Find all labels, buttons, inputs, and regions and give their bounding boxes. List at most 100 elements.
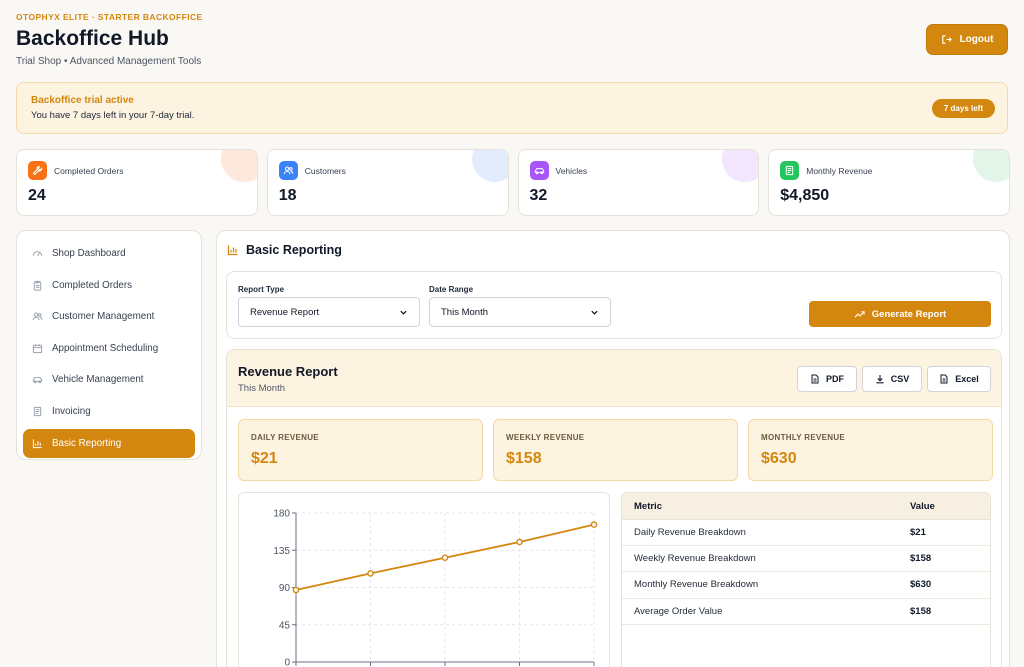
kpi-label: MONTHLY REVENUE — [761, 433, 846, 442]
page-title: Backoffice Hub — [16, 27, 169, 50]
stat-label: Completed Orders — [54, 165, 124, 176]
trial-title: Backoffice trial active — [31, 95, 134, 106]
gauge-icon — [32, 251, 43, 257]
report-type-value: Revenue Report — [250, 306, 320, 318]
stat-card-customers: Customers 18 — [266, 149, 509, 216]
main-panel: Basic Reporting Report Type Revenue Repo… — [216, 230, 1010, 667]
bar-chart-icon — [32, 438, 42, 448]
trial-days-badge: 7 days left — [931, 99, 995, 118]
chevron-down-icon — [400, 310, 407, 315]
y-tick-label: 135 — [273, 546, 290, 557]
kpi-monthly-revenue: MONTHLY REVENUE $630 — [748, 419, 993, 481]
table-row: Daily Revenue Breakdown $21 — [622, 520, 990, 547]
trial-text: You have 7 days left in your 7-day trial… — [31, 110, 195, 121]
export-excel-button[interactable]: Excel — [927, 366, 991, 392]
logout-label: Logout — [959, 34, 994, 45]
value-cell: $158 — [910, 605, 932, 617]
sidebar-item-customer-management[interactable]: Customer Management — [23, 302, 195, 331]
sidebar-item-label: Appointment Scheduling — [52, 342, 159, 354]
data-point — [441, 554, 449, 561]
kpi-value: $630 — [761, 450, 797, 467]
export-pdf-button[interactable]: PDF — [797, 366, 857, 392]
page-header: OTOPHYX ELITE · STARTER BACKOFFICE Backo… — [16, 12, 1008, 72]
stat-label: Monthly Revenue — [806, 165, 873, 176]
y-tick-label: 180 — [273, 509, 290, 520]
sidebar-item-vehicle-management[interactable]: Vehicle Management — [23, 365, 195, 394]
column-header-metric: Metric — [634, 500, 662, 512]
data-point — [516, 538, 523, 546]
sidebar-item-label: Shop Dashboard — [52, 248, 126, 259]
data-point — [590, 521, 598, 528]
stat-card-vehicles: Vehicles 32 — [517, 149, 760, 216]
bar-chart-icon — [227, 245, 238, 256]
stat-value: $4,850 — [780, 187, 830, 204]
revenue-report-card: Revenue Report This Month PDF CSV Excel … — [226, 349, 1002, 667]
report-header: Revenue Report This Month PDF CSV Excel — [227, 350, 1001, 407]
stat-label: Customers — [304, 165, 346, 176]
report-filters: Report Type Revenue Report Date Range Th… — [226, 271, 1002, 339]
section-title-text: Basic Reporting — [246, 243, 342, 257]
page-subtitle: Trial Shop • Advanced Management Tools — [16, 56, 202, 67]
sidebar-item-appointment-scheduling[interactable]: Appointment Scheduling — [23, 334, 195, 363]
wrench-icon — [28, 161, 47, 180]
report-type-label: Report Type — [238, 285, 285, 294]
report-type-select[interactable]: Revenue Report — [238, 297, 420, 327]
sidebar-item-label: Vehicle Management — [52, 374, 144, 386]
value-cell: $158 — [910, 553, 932, 565]
stats-row: Completed Orders 24 Customers 18 Vehicle… — [16, 149, 1010, 216]
kpi-row: DAILY REVENUE $21 WEEKLY REVENUE $158 MO… — [238, 419, 993, 481]
section-title: Basic Reporting — [227, 243, 342, 257]
sidebar-item-invoicing[interactable]: Invoicing — [23, 397, 195, 426]
export-csv-button[interactable]: CSV — [862, 366, 922, 392]
export-csv-label: CSV — [890, 374, 910, 384]
data-point — [367, 570, 374, 577]
logout-icon — [941, 35, 952, 44]
users-icon — [32, 312, 43, 321]
export-excel-label: Excel — [955, 374, 979, 384]
date-range-value: This Month — [441, 306, 488, 318]
sidebar-item-label: Basic Reporting — [52, 437, 122, 449]
stat-value: 24 — [28, 187, 46, 204]
date-range-select[interactable]: This Month — [429, 297, 611, 327]
export-pdf-label: PDF — [826, 374, 844, 384]
kpi-label: WEEKLY REVENUE — [506, 433, 585, 442]
y-tick-label: 0 — [284, 658, 290, 667]
metric-cell: Daily Revenue Breakdown — [634, 527, 746, 539]
metrics-table: Metric Value Daily Revenue Breakdown $21… — [621, 492, 991, 667]
stat-label: Vehicles — [555, 165, 588, 176]
table-header: Metric Value — [622, 493, 990, 520]
column-header-value: Value — [910, 500, 935, 512]
car-icon — [529, 161, 549, 180]
chevron-down-icon — [591, 310, 598, 315]
generate-report-button[interactable]: Generate Report — [809, 301, 991, 327]
y-tick-label: 90 — [279, 583, 291, 594]
receipt-icon — [780, 161, 800, 180]
sidebar-nav: Shop Dashboard Completed Orders Customer… — [16, 230, 202, 460]
users-icon — [278, 161, 298, 180]
trend-up-icon — [854, 310, 865, 318]
sidebar-item-shop-dashboard[interactable]: Shop Dashboard — [23, 239, 195, 268]
trial-banner: Backoffice trial active You have 7 days … — [16, 82, 1008, 134]
logout-button[interactable]: Logout — [926, 24, 1008, 55]
car-icon — [32, 377, 43, 384]
metric-cell: Average Order Value — [634, 605, 723, 617]
sidebar-item-basic-reporting[interactable]: Basic Reporting — [23, 428, 195, 458]
brand-eyebrow: OTOPHYX ELITE · STARTER BACKOFFICE — [16, 12, 203, 22]
table-row: Weekly Revenue Breakdown $158 — [622, 546, 990, 573]
table-row: Monthly Revenue Breakdown $630 — [622, 572, 990, 599]
value-cell: $630 — [910, 579, 932, 591]
sidebar-item-completed-orders[interactable]: Completed Orders — [23, 271, 195, 300]
file-icon — [940, 374, 948, 384]
stat-value: 32 — [529, 187, 548, 204]
kpi-daily-revenue: DAILY REVENUE $21 — [238, 419, 483, 481]
value-cell: $21 — [910, 527, 926, 539]
data-point — [292, 586, 300, 594]
stat-value: 18 — [278, 187, 297, 204]
stat-card-monthly-revenue: Monthly Revenue $4,850 — [768, 149, 1010, 216]
report-subtitle: This Month — [238, 383, 285, 394]
revenue-line-chart: 0 45 90 135 180 — [238, 492, 610, 667]
metric-cell: Monthly Revenue Breakdown — [634, 579, 759, 591]
sidebar-item-label: Customer Management — [52, 311, 155, 323]
y-tick-label: 45 — [279, 620, 291, 631]
kpi-label: DAILY REVENUE — [251, 433, 319, 442]
